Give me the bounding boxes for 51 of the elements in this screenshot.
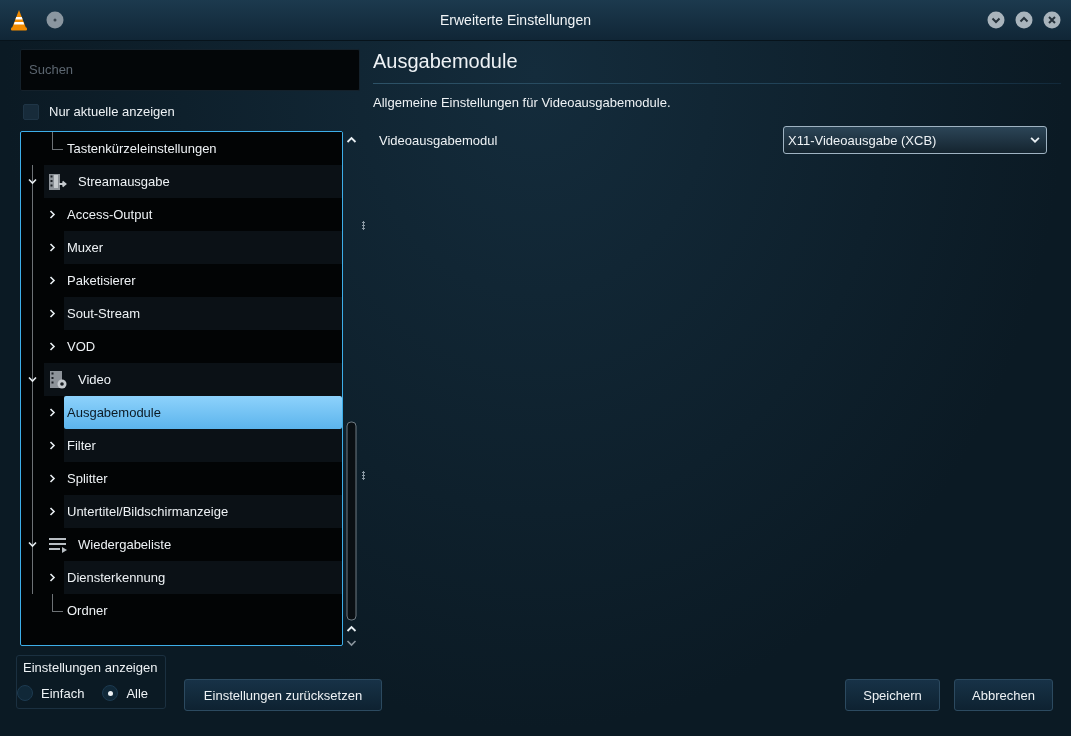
radio-button[interactable] bbox=[17, 685, 33, 701]
chevron-right-icon[interactable] bbox=[49, 573, 56, 583]
save-button[interactable]: Speichern bbox=[845, 679, 940, 711]
panel-title: Ausgabemodule bbox=[373, 49, 519, 74]
radio-label[interactable]: Alle bbox=[126, 685, 149, 701]
cancel-button[interactable]: Abbrechen bbox=[954, 679, 1053, 711]
tree-item[interactable]: Muxer bbox=[64, 231, 343, 265]
reset-button[interactable]: Einstellungen zurücksetzen bbox=[184, 679, 382, 711]
chevron-down-icon[interactable] bbox=[28, 178, 37, 186]
panel-description: Allgemeine Einstellungen für Videoausgabemodule. bbox=[373, 95, 672, 110]
chevron-right-icon[interactable] bbox=[49, 276, 56, 286]
splitter-handle[interactable] bbox=[362, 221, 365, 230]
chevron-right-icon[interactable] bbox=[49, 507, 56, 517]
chevron-right-icon[interactable] bbox=[49, 474, 56, 484]
tree-item[interactable]: Diensterkennung bbox=[64, 561, 343, 595]
film-gear-icon bbox=[48, 369, 68, 390]
tree-item[interactable]: Untertitel/Bildschirmanzeige bbox=[64, 495, 343, 529]
chevron-right-icon[interactable] bbox=[49, 309, 56, 319]
maximize-button[interactable] bbox=[1015, 11, 1033, 29]
dropdown[interactable]: X11-Videoausgabe (XCB) bbox=[783, 126, 1047, 154]
chevron-right-icon[interactable] bbox=[49, 408, 56, 418]
scroll-up-icon[interactable] bbox=[346, 625, 358, 634]
film-arrow-icon bbox=[48, 171, 68, 192]
group-title: Einstellungen anzeigen bbox=[23, 660, 159, 675]
checkbox[interactable] bbox=[23, 103, 39, 120]
search-field[interactable]: Suchen bbox=[20, 49, 360, 91]
tree-item[interactable]: Ausgabemodule bbox=[64, 396, 343, 430]
splitter-handle[interactable] bbox=[362, 471, 365, 480]
close-button[interactable] bbox=[1043, 11, 1061, 29]
tree-item[interactable]: Filter bbox=[64, 429, 343, 463]
window-title: Erweiterte Einstellungen bbox=[439, 12, 592, 28]
setting-label: Videoausgabemodul bbox=[379, 132, 498, 148]
radio-label[interactable]: Einfach bbox=[41, 685, 85, 701]
chevron-right-icon[interactable] bbox=[49, 441, 56, 451]
checkbox-label[interactable]: Nur aktuelle anzeigen bbox=[49, 104, 175, 120]
minimize-button[interactable] bbox=[987, 11, 1005, 29]
tree-item[interactable]: Streamausgabe bbox=[44, 165, 343, 199]
chevron-down-icon[interactable] bbox=[28, 376, 37, 384]
traffic-cone-icon bbox=[10, 9, 28, 31]
chevron-right-icon[interactable] bbox=[49, 243, 56, 253]
scrollbar-thumb[interactable] bbox=[346, 421, 358, 622]
scroll-up-icon[interactable] bbox=[346, 136, 358, 145]
scroll-down-icon[interactable] bbox=[346, 639, 358, 648]
chevron-right-icon[interactable] bbox=[49, 210, 56, 220]
radio-button[interactable] bbox=[102, 685, 119, 701]
chevron-down-icon bbox=[1030, 136, 1040, 144]
tree-item[interactable]: Video bbox=[44, 363, 343, 397]
chevron-right-icon[interactable] bbox=[49, 342, 56, 352]
chevron-down-icon[interactable] bbox=[28, 541, 37, 549]
window-menu-button[interactable] bbox=[46, 11, 64, 29]
tree-item[interactable]: Sout-Stream bbox=[64, 297, 343, 331]
